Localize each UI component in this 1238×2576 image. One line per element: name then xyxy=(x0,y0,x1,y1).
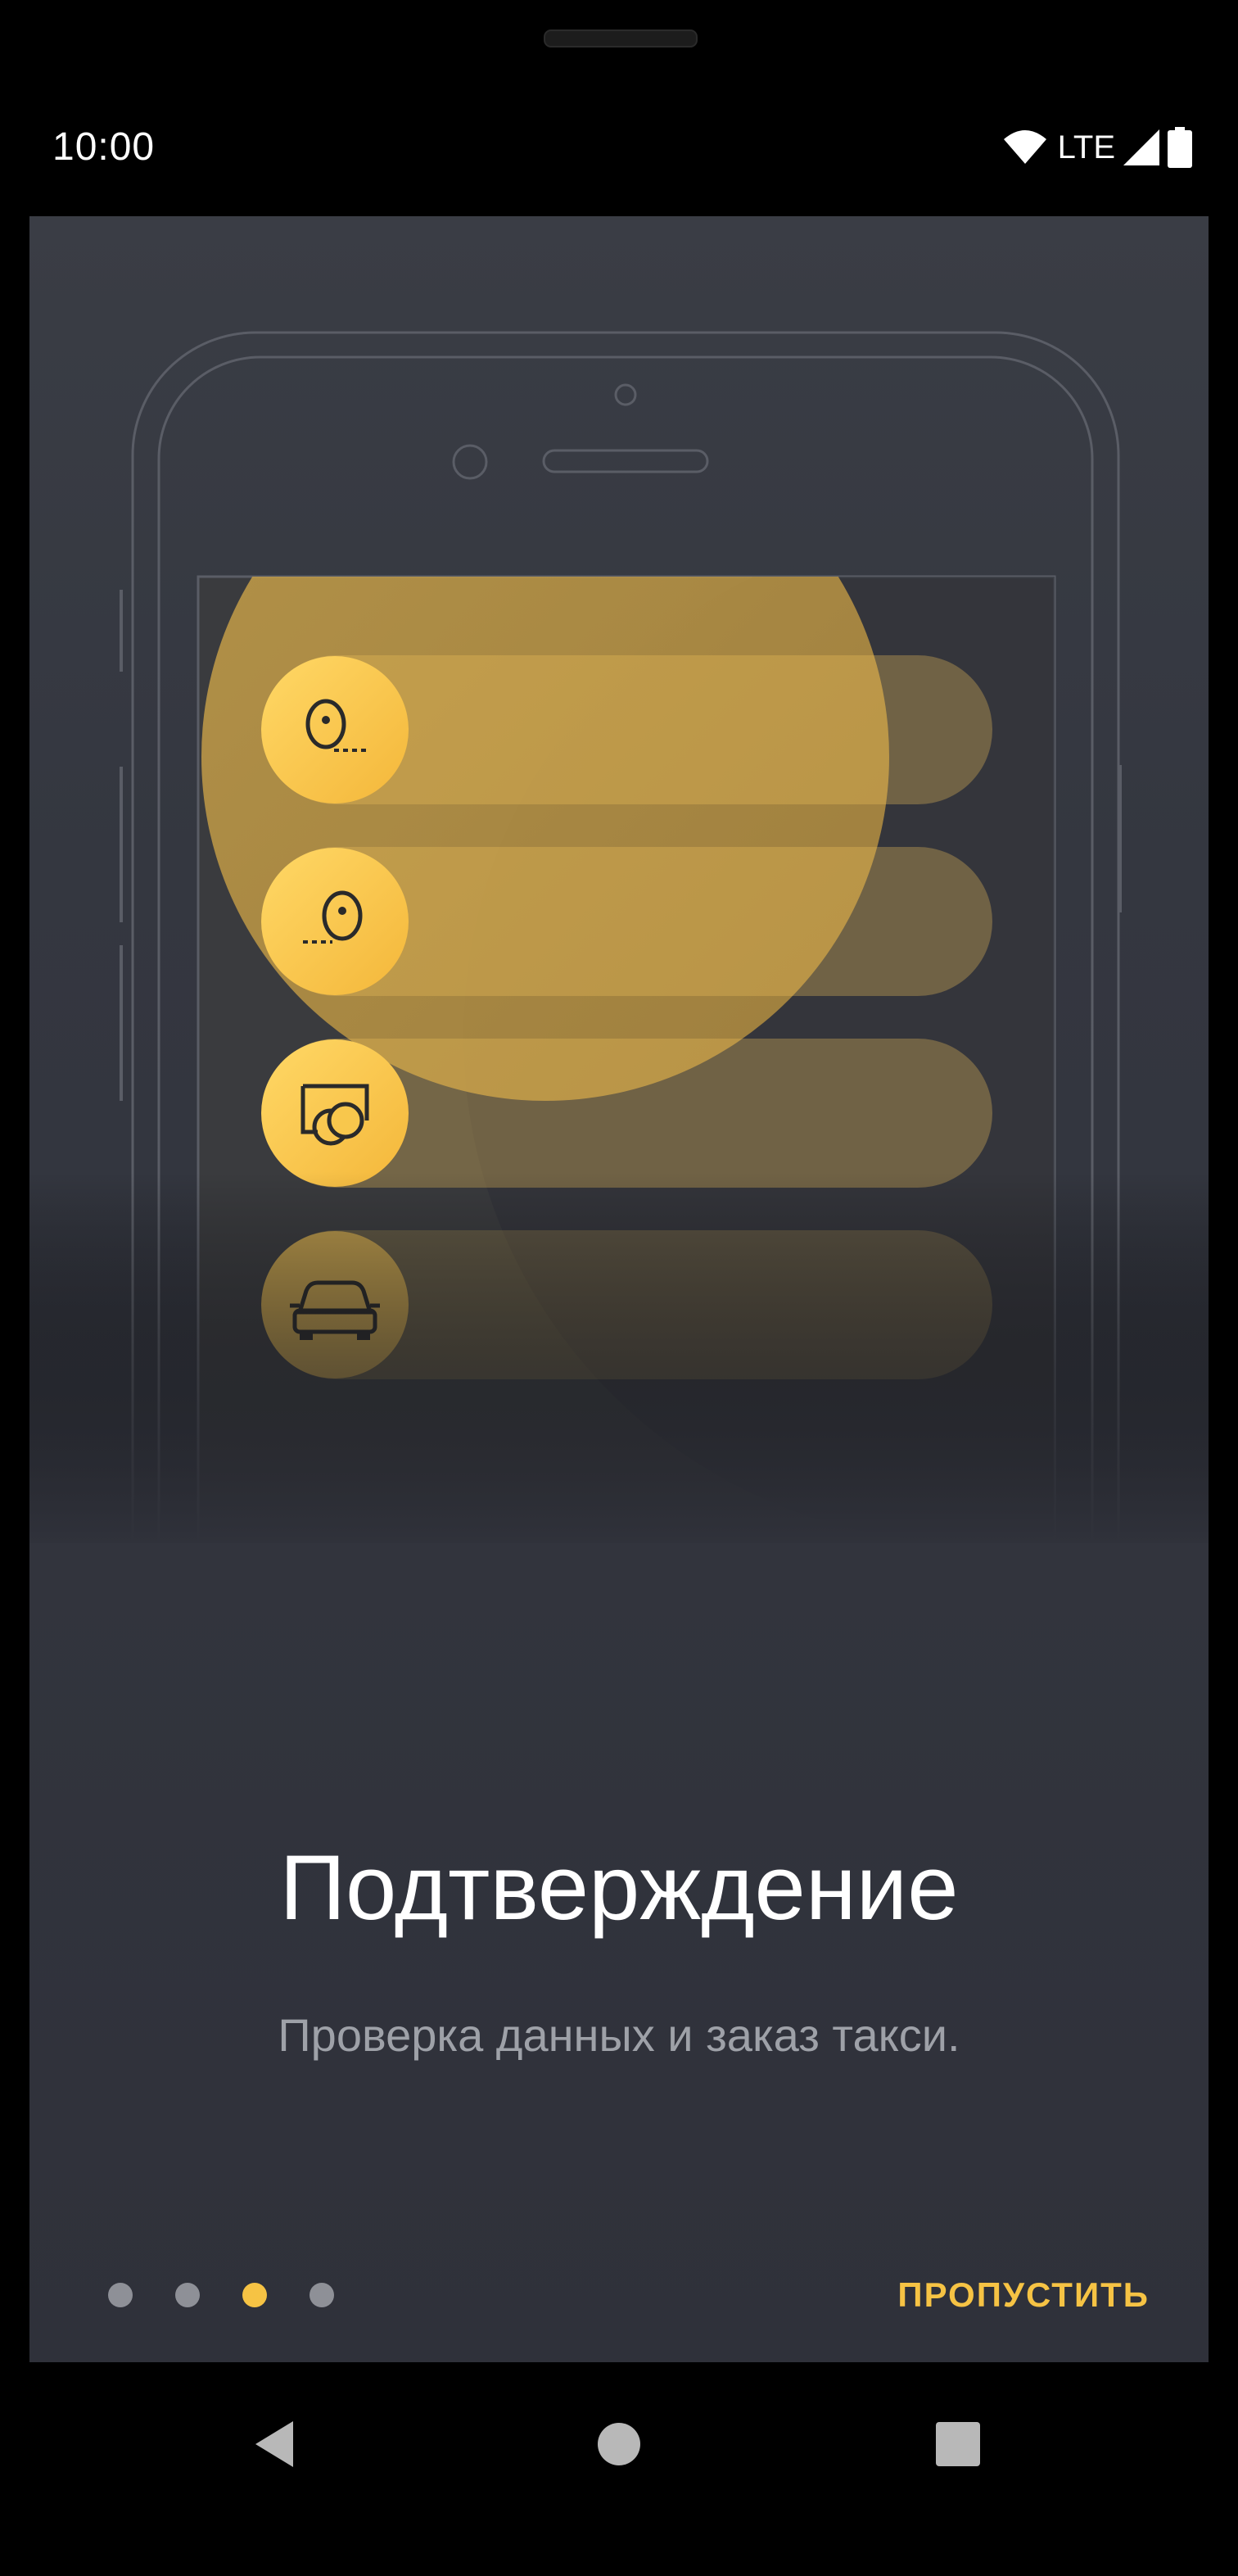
network-type: LTE xyxy=(1057,129,1115,165)
skip-button[interactable]: ПРОПУСТИТЬ xyxy=(897,2270,1150,2320)
page-indicator xyxy=(108,2282,334,2308)
recents-icon xyxy=(936,2422,980,2466)
onboarding-title: Подтверждение xyxy=(279,1836,959,1939)
pager-dot-2[interactable] xyxy=(175,2283,200,2307)
wifi-icon xyxy=(1003,130,1046,164)
speaker-grill xyxy=(544,29,698,48)
pager-dot-1[interactable] xyxy=(108,2283,133,2307)
back-button[interactable] xyxy=(242,2411,308,2477)
home-button[interactable] xyxy=(586,2411,652,2477)
onboarding-subtitle: Проверка данных и заказ такси. xyxy=(278,2009,960,2061)
phone-illustration xyxy=(29,216,1209,1543)
status-bar: 10:00 LTE xyxy=(0,106,1238,188)
device-frame: 10:00 LTE Подтверждение Проверка данных … xyxy=(0,0,1238,2576)
home-icon xyxy=(598,2423,640,2465)
pager-dot-4[interactable] xyxy=(310,2283,334,2307)
status-time: 10:00 xyxy=(52,125,156,169)
cell-signal-icon xyxy=(1123,129,1159,165)
pager-dot-3-active[interactable] xyxy=(242,2283,267,2307)
status-icons: LTE xyxy=(1003,124,1192,170)
recents-button[interactable] xyxy=(925,2411,991,2477)
battery-icon xyxy=(1168,127,1192,168)
back-icon xyxy=(255,2421,293,2467)
navigation-bar xyxy=(0,2362,1238,2526)
